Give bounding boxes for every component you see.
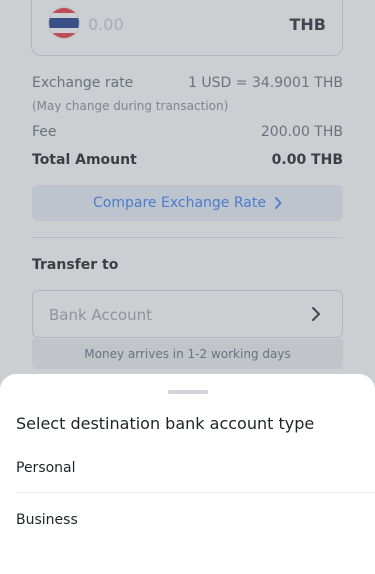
option-label: Business — [16, 512, 78, 528]
option-business[interactable]: Business — [16, 496, 375, 546]
sheet-title: Select destination bank account type — [16, 414, 315, 433]
sheet-drag-handle[interactable] — [168, 390, 208, 394]
option-divider — [16, 492, 375, 493]
option-label: Personal — [16, 460, 76, 476]
bank-account-type-sheet: Select destination bank account type Per… — [0, 374, 375, 574]
option-personal[interactable]: Personal — [16, 444, 375, 494]
